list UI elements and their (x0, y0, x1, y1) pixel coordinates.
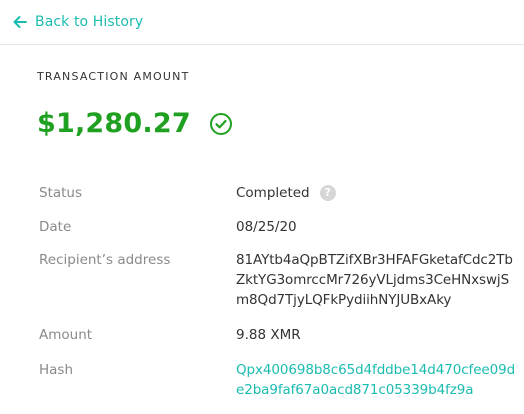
date-value: 08/25/20 (236, 219, 297, 235)
hash-link[interactable]: Qpx400698b8c65d4fddbe14d470cfee09de2ba9f… (236, 360, 518, 400)
arrow-left-icon (13, 16, 27, 28)
question-circle-icon[interactable]: ? (319, 185, 336, 201)
transaction-amount-value: $1,280.27 (37, 108, 191, 139)
amount-value: 9.88 XMR (236, 327, 301, 343)
hash-label: Hash (39, 362, 74, 378)
amount-row: $1,280.27 (37, 108, 233, 139)
recipient-address-value: 81AYtb4aQpBTZifXBr3HFAFGketafCdc2TbZktYG… (236, 252, 513, 308)
amount-label: Amount (39, 327, 93, 343)
date-label: Date (39, 219, 72, 235)
recipient-address-label: Recipient’s address (39, 252, 171, 268)
transaction-amount-heading: TRANSACTION AMOUNT (37, 70, 190, 83)
top-bar: Back to History (0, 0, 524, 45)
back-to-history-link[interactable]: Back to History (12, 12, 143, 32)
back-link-label: Back to History (35, 14, 144, 30)
status-label: Status (39, 185, 83, 201)
check-circle-icon (209, 112, 232, 135)
status-value-row: Completed ? (236, 183, 336, 203)
status-value: Completed (236, 185, 310, 201)
